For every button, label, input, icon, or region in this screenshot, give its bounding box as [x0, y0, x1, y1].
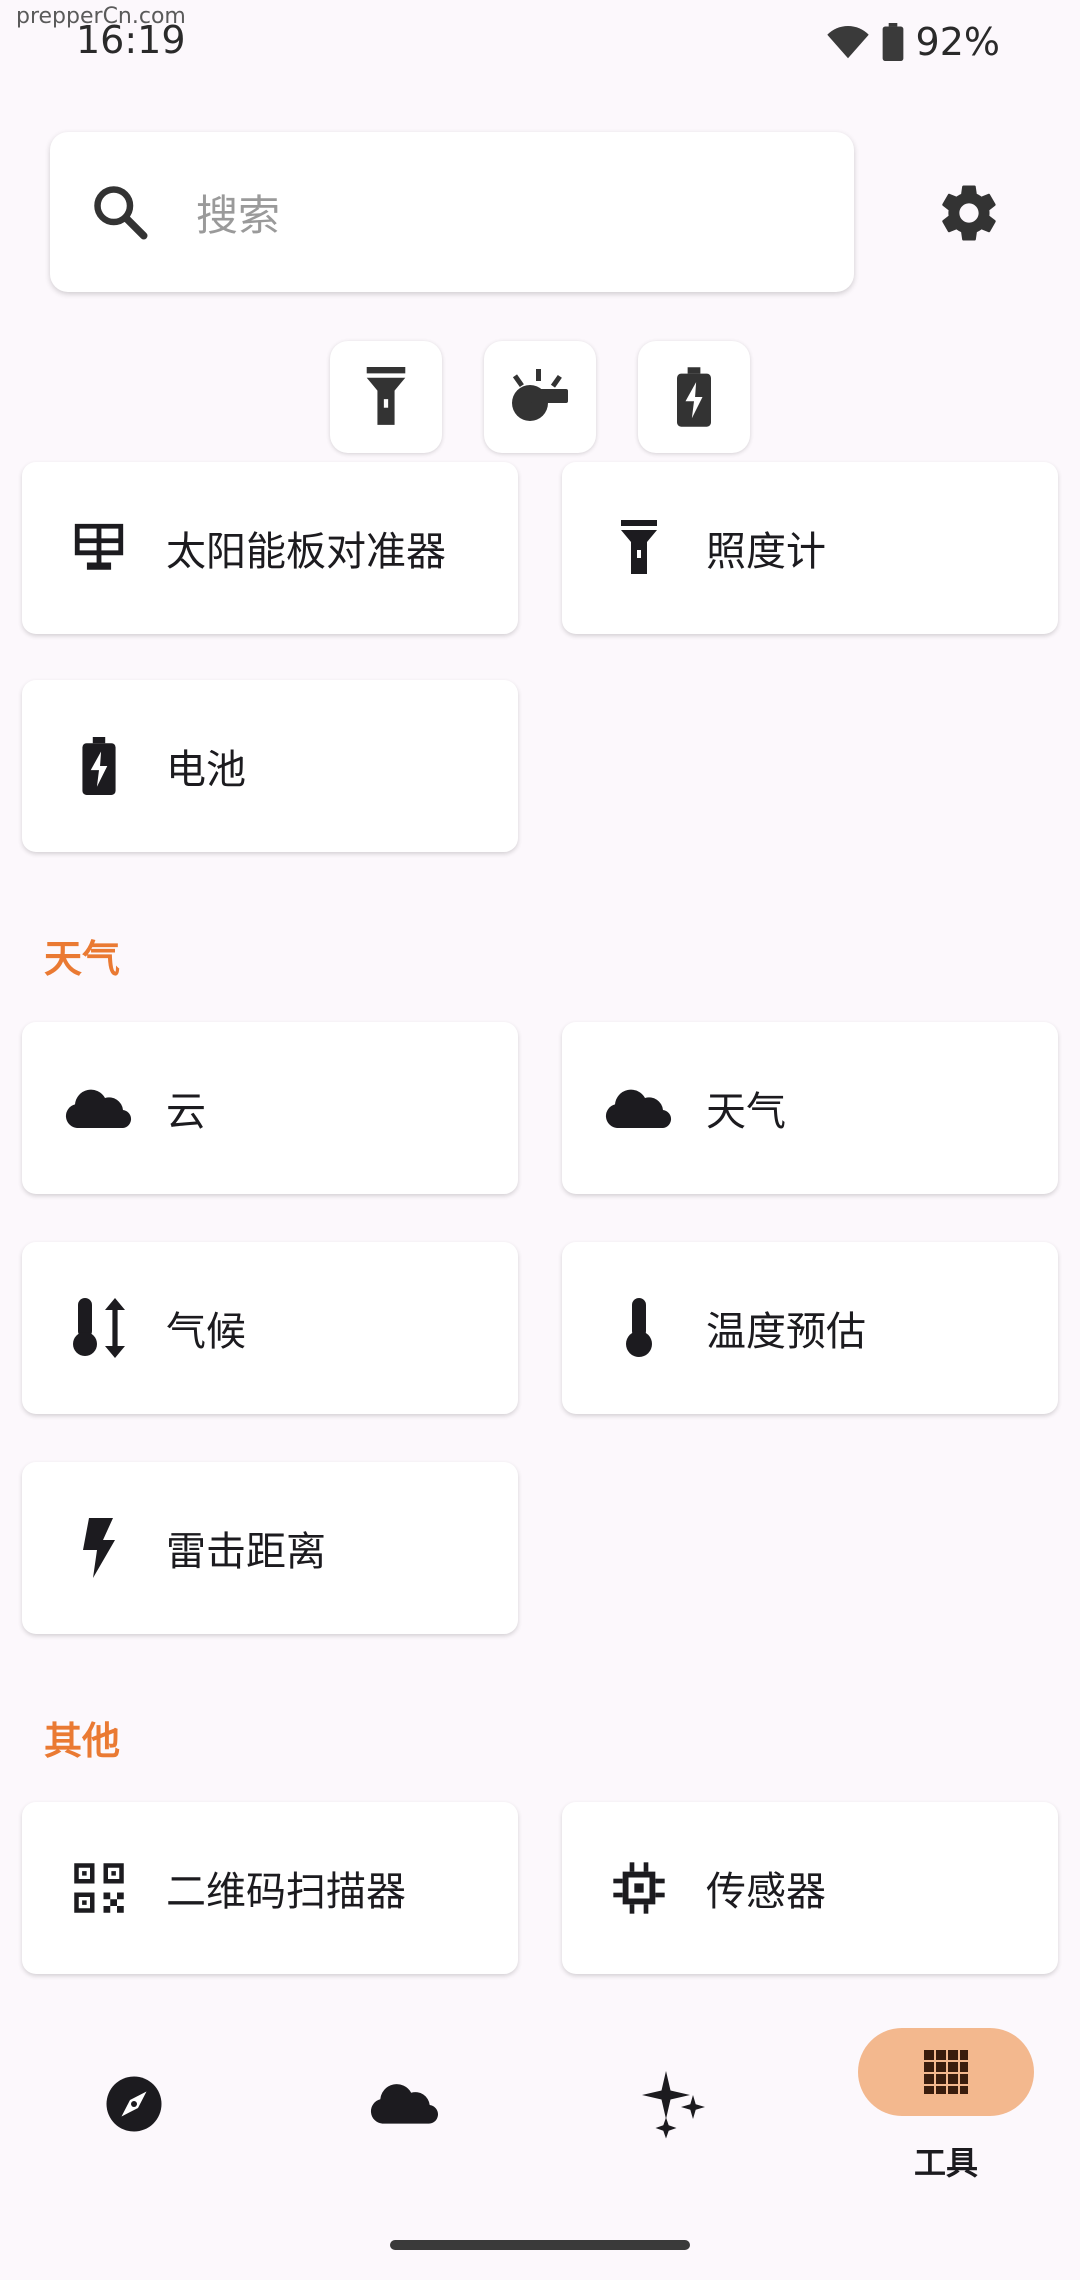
- wifi-icon: [826, 26, 869, 59]
- section-heading-other: 其他: [44, 1719, 121, 1763]
- tool-card-temperature-estimation[interactable]: 温度预估: [562, 1242, 1058, 1414]
- tool-card-label: 照度计: [706, 529, 826, 575]
- battery-icon: [677, 367, 711, 427]
- search-icon: [94, 186, 148, 240]
- quick-flashlight-button[interactable]: [330, 341, 442, 453]
- nav-tools-label: 工具: [913, 2144, 978, 2182]
- tool-card-qr-scanner[interactable]: 二维码扫描器: [22, 1802, 518, 1974]
- cloud-icon[interactable]: [370, 2082, 440, 2124]
- tool-card-label: 传感器: [706, 1869, 826, 1915]
- home-indicator[interactable]: [390, 2240, 690, 2250]
- compass-icon[interactable]: [104, 2074, 164, 2134]
- tool-card-sensors[interactable]: 传感器: [562, 1802, 1058, 1974]
- tool-card-label: 雷击距离: [166, 1529, 326, 1575]
- tool-card-label: 气候: [166, 1309, 246, 1355]
- qr-code-icon: [64, 1853, 134, 1923]
- tool-card-clouds[interactable]: 云: [22, 1022, 518, 1194]
- battery-icon: [64, 731, 134, 801]
- quick-whistle-button[interactable]: [484, 341, 596, 453]
- nav-tools-button[interactable]: [858, 2028, 1034, 2116]
- battery-percentage: 92%: [915, 20, 1000, 64]
- thermometer-arrows-icon: [64, 1293, 134, 1363]
- tool-card-label: 温度预估: [706, 1309, 866, 1355]
- tool-card-label: 电池: [166, 747, 246, 793]
- search-input[interactable]: 搜索: [196, 182, 280, 243]
- tool-card-solar-aligner[interactable]: 太阳能板对准器: [22, 462, 518, 634]
- whistle-icon: [512, 369, 568, 421]
- flashlight-icon: [604, 513, 674, 583]
- tool-card-label: 二维码扫描器: [166, 1869, 406, 1915]
- flashlight-icon: [366, 367, 406, 425]
- battery-status-icon: [882, 23, 903, 61]
- cloud-icon: [64, 1073, 134, 1143]
- status-icons: 92%: [826, 20, 1000, 64]
- sparkles-icon[interactable]: [642, 2068, 708, 2140]
- thermometer-icon: [604, 1293, 674, 1363]
- tool-card-label: 云: [166, 1089, 206, 1135]
- tool-card-light-meter[interactable]: 照度计: [562, 462, 1058, 634]
- gear-icon[interactable]: [936, 180, 1002, 246]
- solar-panel-icon: [64, 513, 134, 583]
- tool-card-label: 天气: [706, 1089, 786, 1135]
- section-heading-weather: 天气: [44, 937, 121, 981]
- tool-card-label: 太阳能板对准器: [166, 529, 446, 575]
- tool-card-weather[interactable]: 天气: [562, 1022, 1058, 1194]
- screen: prepperCn.com 16:19 92% 搜索 太阳能板对准器 照度计 电…: [0, 0, 1080, 2280]
- search-bar[interactable]: 搜索: [50, 132, 854, 292]
- status-time: 16:19: [76, 18, 186, 62]
- tool-card-battery[interactable]: 电池: [22, 680, 518, 852]
- tool-card-lightning-distance[interactable]: 雷击距离: [22, 1462, 518, 1634]
- quick-battery-button[interactable]: [638, 341, 750, 453]
- cloud-icon: [604, 1073, 674, 1143]
- lightning-icon: [64, 1513, 134, 1583]
- grid-icon: [924, 2050, 968, 2094]
- chip-icon: [604, 1853, 674, 1923]
- tool-card-climate[interactable]: 气候: [22, 1242, 518, 1414]
